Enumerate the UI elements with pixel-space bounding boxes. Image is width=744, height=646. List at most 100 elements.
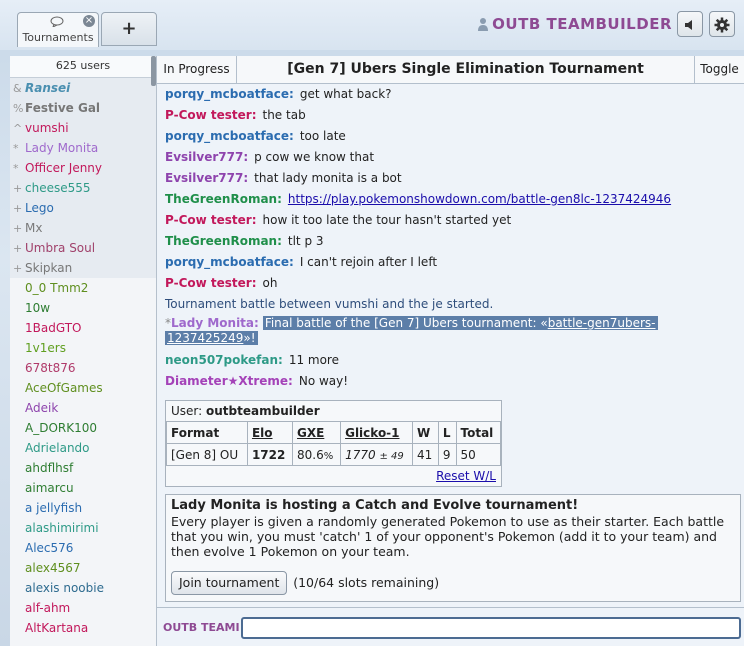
user-icon	[478, 18, 489, 31]
message-author[interactable]: porqy_mcboatface:	[165, 129, 294, 143]
userlist-item[interactable]: + cheese555	[10, 178, 156, 198]
message-author[interactable]: porqy_mcboatface:	[165, 255, 294, 269]
tab-label: Tournaments	[22, 31, 94, 44]
col-glicko[interactable]: Glicko-1	[340, 421, 414, 444]
userlist-item[interactable]: a jellyfish	[10, 498, 156, 518]
battle-link[interactable]: battle-gen7ubers-	[548, 316, 656, 330]
userlist-item[interactable]: 0_0 Tmm2	[10, 278, 156, 298]
col-total: Total	[455, 421, 502, 444]
userlist-item[interactable]: & Ransei	[10, 78, 156, 98]
chat-input[interactable]	[241, 617, 741, 639]
userlist-item[interactable]: alexis noobie	[10, 578, 156, 598]
tab-tournaments[interactable]: × Tournaments	[17, 12, 99, 47]
status-in-progress[interactable]: In Progress	[157, 56, 237, 83]
message-text: get what back?	[299, 87, 392, 101]
userlist-item[interactable]: AltKartana	[10, 618, 156, 638]
message-link[interactable]: https://play.pokemonshowdown.com/battle-…	[288, 192, 671, 206]
message-text: the tab	[262, 108, 306, 122]
userlist-item[interactable]: + Skipkan	[10, 258, 156, 278]
message-author[interactable]: TheGreenRoman:	[165, 192, 282, 206]
message-author[interactable]: P-Cow tester:	[165, 213, 257, 227]
join-tournament-button[interactable]: Join tournament	[171, 571, 288, 595]
chat-message: porqy_mcboatface: get what back?	[165, 85, 741, 106]
userlist-item[interactable]: alf-ahm	[10, 598, 156, 618]
col-elo[interactable]: Elo	[246, 421, 294, 444]
user-name: Lego	[25, 201, 54, 215]
user-name: Festive Gal	[25, 101, 101, 115]
announcement-user[interactable]: Lady Monita:	[171, 316, 259, 330]
sound-button[interactable]	[677, 11, 703, 37]
chat-message: porqy_mcboatface: too late	[165, 127, 741, 148]
tournament-title: [Gen 7] Ubers Single Elimination Tournam…	[287, 61, 644, 77]
gear-icon	[714, 17, 730, 32]
userlist-item[interactable]: Adeik	[10, 398, 156, 418]
message-text: oh	[262, 276, 278, 290]
chat-message: P-Cow tester: oh	[165, 274, 741, 295]
reset-wl-link[interactable]: Reset W/L	[436, 469, 496, 483]
user-rank-box: User: outbteambuilder Format Elo GXE Gli…	[165, 400, 502, 487]
message-author[interactable]: Evsilver777:	[165, 150, 248, 164]
userlist-item[interactable]: alashimirimi	[10, 518, 156, 538]
userlist-item[interactable]: + Lego	[10, 198, 156, 218]
user-name: AceOfGames	[25, 381, 103, 395]
message-text: No way!	[298, 374, 349, 388]
user-rank-symbol: *	[13, 142, 19, 155]
userlist-item[interactable]: Alec576	[10, 538, 156, 558]
announcement-suffix: »!	[243, 331, 256, 345]
col-l: L	[437, 421, 457, 444]
user-name: 678t876	[25, 361, 76, 375]
message-author[interactable]: TheGreenRoman:	[165, 234, 282, 248]
userlist-item[interactable]: 678t876	[10, 358, 156, 378]
userlist-item[interactable]: alex4567	[10, 558, 156, 578]
message-author[interactable]: P-Cow tester:	[165, 276, 257, 290]
username-button[interactable]: OUTB TEAMBUILDER	[478, 15, 672, 35]
message-author[interactable]: porqy_mcboatface:	[165, 87, 294, 101]
message-author[interactable]: P-Cow tester:	[165, 108, 257, 122]
message-text: tlt p 3	[287, 234, 324, 248]
chat-message: porqy_mcboatface: I can't rejoin after I …	[165, 253, 741, 274]
userlist-item[interactable]: A_DORK100	[10, 418, 156, 438]
user-rank-symbol: +	[13, 202, 23, 215]
message-text: 11 more	[288, 353, 339, 367]
user-name: 0_0 Tmm2	[25, 281, 89, 295]
userlist: 625 users & Ransei% Festive Gal ^ vumshi * Lad…	[10, 56, 157, 646]
userlist-item[interactable]: AceOfGames	[10, 378, 156, 398]
chat-message: TheGreenRoman: tlt p 3	[165, 232, 741, 253]
userlist-item[interactable]: ^ vumshi	[10, 118, 156, 138]
close-tab-icon[interactable]: ×	[83, 15, 95, 27]
glicko-value: 1770	[345, 447, 376, 462]
glicko-deviation: ± 49	[379, 450, 404, 462]
userlist-item[interactable]: 10w	[10, 298, 156, 318]
userlist-item[interactable]: + Mx	[10, 218, 156, 238]
userlist-item[interactable]: 1v1ers	[10, 338, 156, 358]
chat-name-prefix[interactable]: OUTB TEAMI	[163, 621, 240, 634]
message-author[interactable]: Evsilver777:	[165, 171, 248, 185]
userlist-item[interactable]: 1BadGTO	[10, 318, 156, 338]
userlist-scrollbar[interactable]	[151, 56, 156, 86]
battle-link-cont[interactable]: 1237425249	[167, 331, 243, 345]
user-name: Alec576	[25, 541, 74, 555]
col-gxe[interactable]: GXE	[292, 421, 342, 444]
rank-header-row: Format Elo GXE Glicko-1 W L Total	[166, 421, 502, 444]
room-toolbar: In Progress [Gen 7] Ubers Single Elimina…	[157, 56, 744, 84]
cell-format: [Gen 8] OU	[166, 443, 248, 466]
userlist-item[interactable]: Adrielando	[10, 438, 156, 458]
col-format: Format	[166, 421, 248, 444]
message-text: how it too late the tour hasn't started …	[262, 213, 512, 227]
new-room-button[interactable]: +	[101, 12, 157, 46]
userlist-item[interactable]: % Festive Gal	[10, 98, 156, 118]
user-name: 10w	[25, 301, 51, 315]
user-rank-symbol: +	[13, 262, 23, 275]
message-author[interactable]: neon507pokefan:	[165, 353, 283, 367]
userlist-item[interactable]: + Umbra Soul	[10, 238, 156, 258]
message-author[interactable]: Diameter★Xtreme:	[165, 374, 293, 388]
user-name: Ransei	[25, 81, 71, 95]
cell-total: 50	[455, 443, 502, 466]
userlist-item[interactable]: aimarcu	[10, 478, 156, 498]
userlist-item[interactable]: ahdflhsf	[10, 458, 156, 478]
toggle-button[interactable]: Toggle	[694, 56, 744, 83]
settings-button[interactable]	[709, 11, 735, 37]
user-count: 625 users	[10, 56, 156, 78]
userlist-item[interactable]: * Lady Monita	[10, 138, 156, 158]
userlist-item[interactable]: * Officer Jenny	[10, 158, 156, 178]
